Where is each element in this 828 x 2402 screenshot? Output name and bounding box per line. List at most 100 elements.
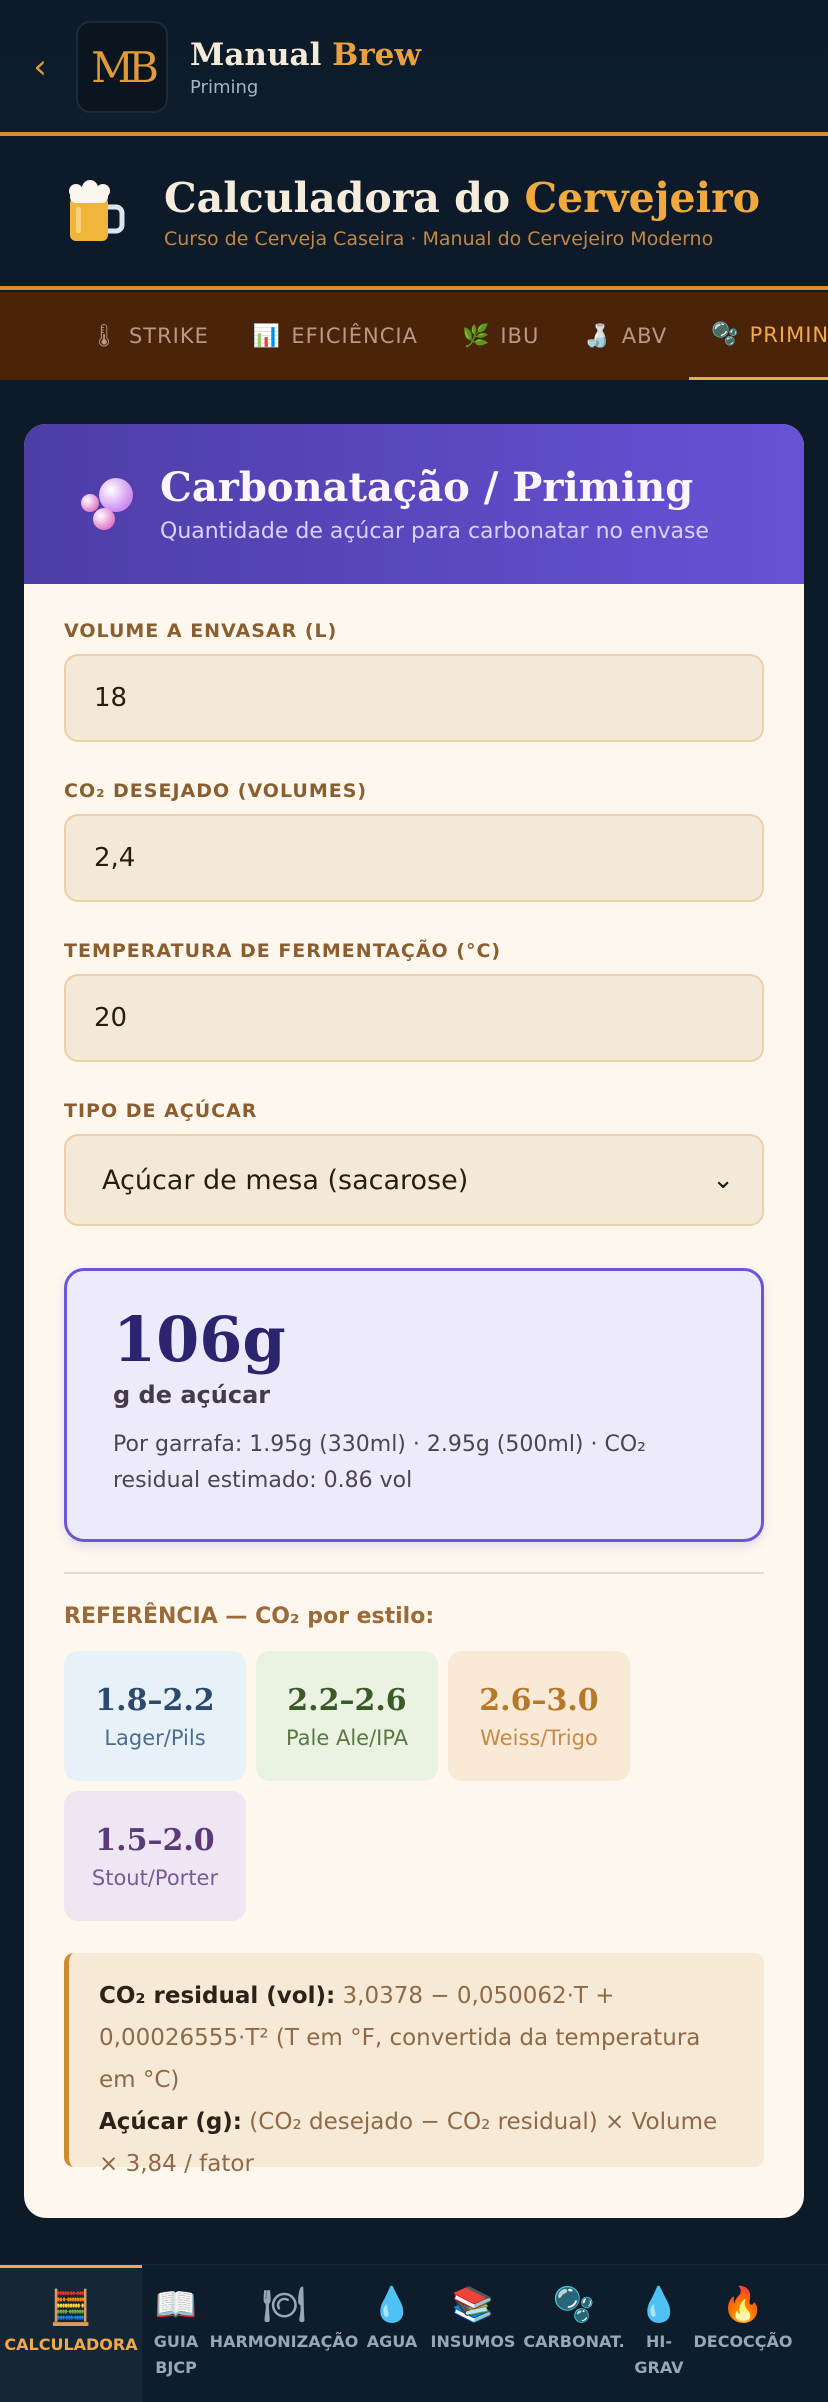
tab-abv[interactable]: 🍶 ABV xyxy=(561,292,689,380)
divider-line xyxy=(0,132,828,136)
book-icon: 📖 xyxy=(154,2285,198,2325)
card-title: Carbonatação / Priming xyxy=(160,464,694,511)
reference-chip-weiss: 2.6–3.0 Weiss/Trigo xyxy=(448,1651,630,1781)
card-subtitle: Quantidade de açúcar para carbonatar no … xyxy=(160,519,709,544)
formula-label: CO₂ residual (vol): xyxy=(99,1983,336,2009)
nav-agua[interactable]: 💧 AGUA xyxy=(358,2265,426,2402)
bubbles-icon: 🫧 xyxy=(552,2285,596,2325)
tab-ibu[interactable]: 🌿 IBU xyxy=(440,292,561,380)
beer-mug-icon xyxy=(69,180,125,241)
plate-icon: 🍽 xyxy=(262,2285,306,2325)
bottle-icon: 🍶 xyxy=(583,323,612,349)
hero-subtitle: Curso de Cerveja Caseira · Manual do Cer… xyxy=(164,228,714,250)
app-name: Manual Brew xyxy=(190,37,421,73)
calculator-tabs: 🌡 STRIKE 📊 EFICIÊNCIA 🌿 IBU 🍶 ABV 🫧 PRIMING xyxy=(0,292,828,380)
nav-label: CARBONAT. xyxy=(523,2332,625,2351)
reference-range: 1.5–2.0 xyxy=(95,1822,215,1858)
co2-label: CO₂ DESEJADO (VOLUMES) xyxy=(64,780,368,802)
app-titles: Manual Brew Priming xyxy=(190,37,421,98)
reference-grid: 1.8–2.2 Lager/Pils 2.2–2.6 Pale Ale/IPA … xyxy=(64,1651,764,1921)
bottom-nav: 🧮 CALCULADORA 📖 GUIA BJCP 🍽 HARMONIZAÇÃO 💧 A… xyxy=(0,2264,828,2402)
hero-title-part2: Cervejeiro xyxy=(524,174,761,222)
app-subtitle: Priming xyxy=(190,76,259,98)
reference-chip-lager: 1.8–2.2 Lager/Pils xyxy=(64,1651,246,1781)
volume-input[interactable]: 18 xyxy=(64,654,764,742)
co2-input[interactable]: 2,4 xyxy=(64,814,764,902)
fire-icon: 🔥 xyxy=(721,2285,765,2325)
app-name-part1: Manual xyxy=(190,36,322,73)
reference-style: Weiss/Trigo xyxy=(480,1725,598,1750)
hero-titles: Calculadora do Cervejeiro Curso de Cerve… xyxy=(164,174,760,250)
priming-form: VOLUME A ENVASAR (L) 18 CO₂ DESEJADO (VO… xyxy=(24,584,804,2177)
nav-harmonizacao[interactable]: 🍽 HARMONIZAÇÃO xyxy=(209,2265,359,2402)
app-bar: ‹ MB Manual Brew Priming xyxy=(0,0,828,134)
result-unit: g de açúcar xyxy=(113,1381,271,1409)
result-value: 106g xyxy=(113,1303,286,1376)
nav-guia-bjcp[interactable]: 📖 GUIA BJCP xyxy=(142,2265,210,2402)
formula-note: CO₂ residual (vol): 3,0378 − 0,050062·T … xyxy=(64,1953,764,2177)
books-icon: 📚 xyxy=(451,2285,495,2325)
nav-label: AGUA xyxy=(366,2332,418,2351)
water-drop-icon: 💧 xyxy=(370,2285,414,2325)
reference-style: Stout/Porter xyxy=(91,1865,219,1890)
formula-line-residual: CO₂ residual (vol): 3,0378 − 0,050062·T … xyxy=(99,1975,734,2101)
chart-icon: 📊 xyxy=(252,323,282,349)
abacus-icon: 🧮 xyxy=(49,2288,93,2328)
sugar-type-value: Açúcar de mesa (sacarose) xyxy=(102,1164,469,1196)
priming-card: Carbonatação / Priming Quantidade de açú… xyxy=(24,424,804,2218)
temperature-input[interactable]: 20 xyxy=(64,974,764,1062)
nav-label: HARMONIZAÇÃO xyxy=(209,2332,359,2351)
nav-label: HI-GRAV xyxy=(634,2332,684,2377)
reference-range: 2.2–2.6 xyxy=(287,1682,407,1718)
reference-chip-stout: 1.5–2.0 Stout/Porter xyxy=(64,1791,246,1921)
tab-label: STRIKE xyxy=(128,324,209,348)
sugar-type-label: TIPO DE AÇÚCAR xyxy=(64,1100,258,1122)
nav-label: CALCULADORA xyxy=(4,2335,138,2354)
reference-range: 2.6–3.0 xyxy=(479,1682,599,1718)
hero-title: Calculadora do Cervejeiro xyxy=(164,174,760,222)
nav-carbonat[interactable]: 🫧 CARBONAT. xyxy=(520,2265,628,2402)
app-name-part2: Brew xyxy=(332,36,422,73)
chevron-left-icon[interactable]: ‹ xyxy=(20,47,60,87)
hero-header: Calculadora do Cervejeiro Curso de Cerve… xyxy=(0,138,828,286)
formula-line-sugar: Açúcar (g): (CO₂ desejado − CO₂ residual… xyxy=(99,2101,734,2185)
result-detail: Por garrafa: 1.95g (330ml) · 2.95g (500m… xyxy=(113,1432,646,1493)
hop-leaf-icon: 🌿 xyxy=(461,323,491,349)
tab-label: IBU xyxy=(500,324,540,348)
nav-insumos[interactable]: 📚 INSUMOS xyxy=(426,2265,520,2402)
temperature-label: TEMPERATURA DE FERMENTAÇÃO (°C) xyxy=(64,940,502,962)
reference-title: REFERÊNCIA — CO₂ por estilo: xyxy=(64,1604,435,1629)
thermometer-icon: 🌡 xyxy=(90,323,119,349)
reference-style: Pale Ale/IPA xyxy=(285,1725,409,1750)
tab-eficiencia[interactable]: 📊 EFICIÊNCIA xyxy=(231,292,440,380)
nav-label: INSUMOS xyxy=(430,2332,516,2351)
reference-range: 1.8–2.2 xyxy=(95,1682,215,1718)
reference-style: Lager/Pils xyxy=(104,1725,206,1750)
bubbles-icon: 🫧 xyxy=(711,322,740,347)
bubbles-icon xyxy=(81,478,133,530)
hero-title-part1: Calculadora do xyxy=(164,174,511,222)
tab-label: ABV xyxy=(621,324,668,348)
sugar-type-select[interactable]: Açúcar de mesa (sacarose) ⌄ xyxy=(64,1134,764,1226)
logo-text: MB xyxy=(91,42,159,92)
formula-label: Açúcar (g): xyxy=(99,2109,242,2135)
water-drop-icon: 💧 xyxy=(637,2285,681,2325)
volume-label: VOLUME A ENVASAR (L) xyxy=(64,620,338,642)
app-logo: MB xyxy=(76,21,168,113)
divider-line xyxy=(0,286,828,290)
reference-chip-pale-ale: 2.2–2.6 Pale Ale/IPA xyxy=(256,1651,438,1781)
tab-label: PRIMING xyxy=(749,322,828,347)
tab-priming[interactable]: 🫧 PRIMING xyxy=(689,292,828,380)
card-header: Carbonatação / Priming Quantidade de açú… xyxy=(24,424,804,584)
divider xyxy=(64,1572,764,1574)
result-box: 106g g de açúcar Por garrafa: 1.95g (330… xyxy=(64,1268,764,1542)
nav-hi-grav[interactable]: 💧 HI-GRAV xyxy=(628,2265,690,2402)
nav-decoccao[interactable]: 🔥 DECOCÇÃO xyxy=(690,2265,796,2402)
nav-label: GUIA BJCP xyxy=(153,2332,199,2377)
nav-calculadora[interactable]: 🧮 CALCULADORA xyxy=(0,2265,142,2402)
tab-label: EFICIÊNCIA xyxy=(291,324,418,348)
nav-label: DECOCÇÃO xyxy=(693,2332,793,2351)
tab-strike[interactable]: 🌡 STRIKE xyxy=(68,292,231,380)
card-header-text: Carbonatação / Priming Quantidade de açú… xyxy=(160,464,709,544)
chevron-down-icon: ⌄ xyxy=(712,1165,734,1195)
